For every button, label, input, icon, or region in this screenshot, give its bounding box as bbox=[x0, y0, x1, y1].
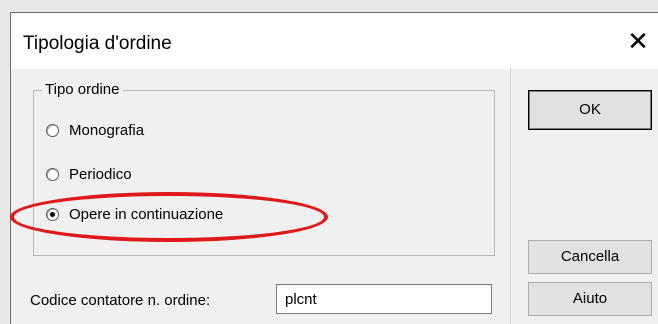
radio-monografia[interactable]: Monografia bbox=[46, 122, 144, 139]
cancel-button[interactable]: Cancella bbox=[528, 240, 652, 274]
counter-code-input[interactable] bbox=[276, 284, 492, 314]
radio-opere-in-continuazione[interactable]: Opere in continuazione bbox=[46, 206, 223, 223]
title-bar: Tipologia d'ordine ✕ bbox=[11, 13, 658, 69]
ok-button[interactable]: OK bbox=[528, 90, 652, 130]
radio-button-icon[interactable] bbox=[46, 124, 59, 137]
counter-code-label: Codice contatore n. ordine: bbox=[30, 292, 211, 309]
close-icon[interactable]: ✕ bbox=[624, 27, 652, 55]
radio-button-icon[interactable] bbox=[46, 168, 59, 181]
radio-periodico[interactable]: Periodico bbox=[46, 166, 132, 183]
radio-label: Periodico bbox=[69, 166, 132, 183]
vertical-divider bbox=[510, 68, 511, 324]
radio-button-checked-icon[interactable] bbox=[46, 208, 59, 221]
dialog-title: Tipologia d'ordine bbox=[23, 33, 172, 54]
radio-label: Monografia bbox=[69, 122, 145, 139]
order-type-legend: Tipo ordine bbox=[42, 81, 123, 98]
help-button[interactable]: Aiuto bbox=[528, 282, 652, 316]
radio-label: Opere in continuazione bbox=[69, 206, 224, 223]
